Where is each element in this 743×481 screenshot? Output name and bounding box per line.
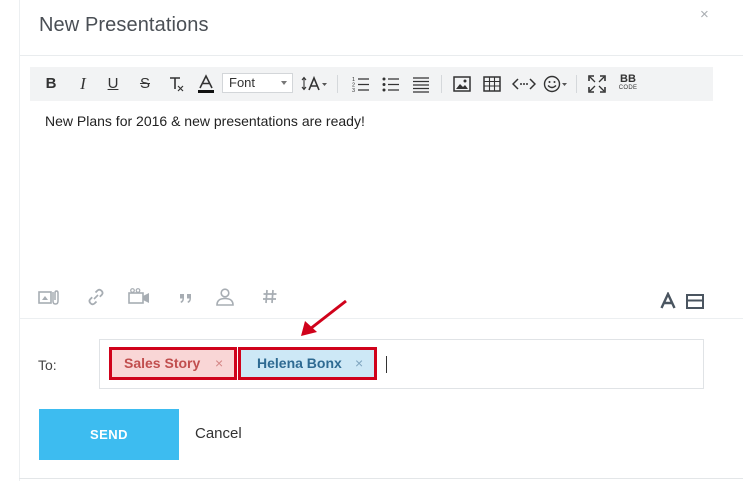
annotation-arrow-icon: [301, 299, 347, 336]
recipient-tag[interactable]: Helena Bonx ×: [238, 347, 377, 380]
strikethrough-button[interactable]: S: [136, 67, 154, 101]
align-button[interactable]: [410, 67, 432, 101]
text-cursor: [386, 356, 387, 373]
bbcode-label: BB: [620, 73, 636, 85]
font-color-button[interactable]: [195, 67, 217, 101]
ordered-list-icon: 1 2 3: [352, 77, 369, 94]
attach-icon: [38, 290, 59, 305]
insert-link-button[interactable]: [87, 288, 105, 311]
new-post-dialog: New Presentations × B I U S Font 1 2 3 B…: [0, 0, 743, 481]
emoji-icon: [543, 75, 567, 93]
unordered-list-icon: [382, 77, 399, 92]
clear-format-button[interactable]: [165, 67, 187, 101]
toolbar-separator: [441, 75, 442, 93]
remove-tag-icon[interactable]: ×: [355, 350, 363, 377]
table-icon: [483, 76, 501, 92]
unordered-list-button[interactable]: [380, 67, 402, 101]
text-format-button[interactable]: [660, 291, 676, 315]
ordered-list-button[interactable]: 1 2 3: [350, 67, 372, 101]
cancel-button[interactable]: Cancel: [195, 425, 242, 442]
toggle-panel-button[interactable]: [686, 294, 704, 315]
panel-icon: [686, 294, 704, 309]
editor-toolbar: B I U S Font 1 2 3 BB CODE: [30, 67, 713, 101]
close-icon[interactable]: ×: [700, 6, 709, 23]
emoji-button[interactable]: [542, 67, 570, 101]
bbcode-sublabel: CODE: [618, 85, 638, 91]
hashtag-button[interactable]: [262, 288, 278, 311]
bbcode-button[interactable]: BB CODE: [616, 67, 640, 101]
insert-image-button[interactable]: [451, 67, 473, 101]
font-select-value: Font: [229, 75, 256, 90]
editor-content[interactable]: New Plans for 2016 & new presentations a…: [45, 113, 365, 129]
fullscreen-button[interactable]: [586, 67, 608, 101]
align-icon: [413, 77, 429, 93]
insert-quote-button[interactable]: [178, 288, 194, 311]
attach-file-button[interactable]: [38, 288, 60, 311]
fullscreen-icon: [588, 75, 606, 93]
toolbar-separator: [576, 75, 577, 93]
send-button[interactable]: SEND: [39, 409, 179, 460]
font-family-select[interactable]: Font: [222, 73, 293, 93]
dialog-left-border: [19, 0, 20, 481]
recipient-tag-label: Helena Bonx: [257, 355, 342, 371]
remove-tag-icon[interactable]: ×: [215, 350, 223, 377]
recipient-tag[interactable]: Sales Story ×: [109, 347, 237, 380]
quote-icon: [180, 294, 191, 303]
italic-button[interactable]: I: [74, 67, 92, 101]
insert-code-button[interactable]: [511, 67, 537, 101]
mention-icon: [216, 288, 234, 306]
svg-text:3: 3: [352, 88, 355, 93]
code-icon: [511, 78, 537, 90]
text-format-icon: [660, 291, 676, 309]
font-size-icon: [301, 75, 327, 91]
dialog-bottom-border: [19, 478, 743, 479]
font-size-button[interactable]: [300, 67, 330, 101]
clear-format-icon: [170, 77, 184, 92]
video-icon: [128, 288, 149, 304]
hashtag-icon: [263, 289, 277, 304]
bold-button[interactable]: B: [42, 67, 60, 101]
underline-button[interactable]: U: [104, 67, 122, 101]
insert-table-button[interactable]: [481, 67, 503, 101]
image-icon: [453, 76, 471, 92]
link-icon: [88, 288, 104, 306]
recipient-tag-label: Sales Story: [124, 355, 201, 371]
title-divider: [20, 55, 743, 56]
dialog-title: New Presentations: [39, 14, 209, 36]
font-color-icon: [198, 74, 214, 94]
toolbar-separator: [337, 75, 338, 93]
recipients-label: To:: [38, 357, 57, 373]
insert-video-button[interactable]: [128, 288, 150, 311]
chevron-down-icon: [281, 81, 287, 85]
recipients-divider: [20, 318, 743, 319]
mention-button[interactable]: [215, 288, 235, 311]
